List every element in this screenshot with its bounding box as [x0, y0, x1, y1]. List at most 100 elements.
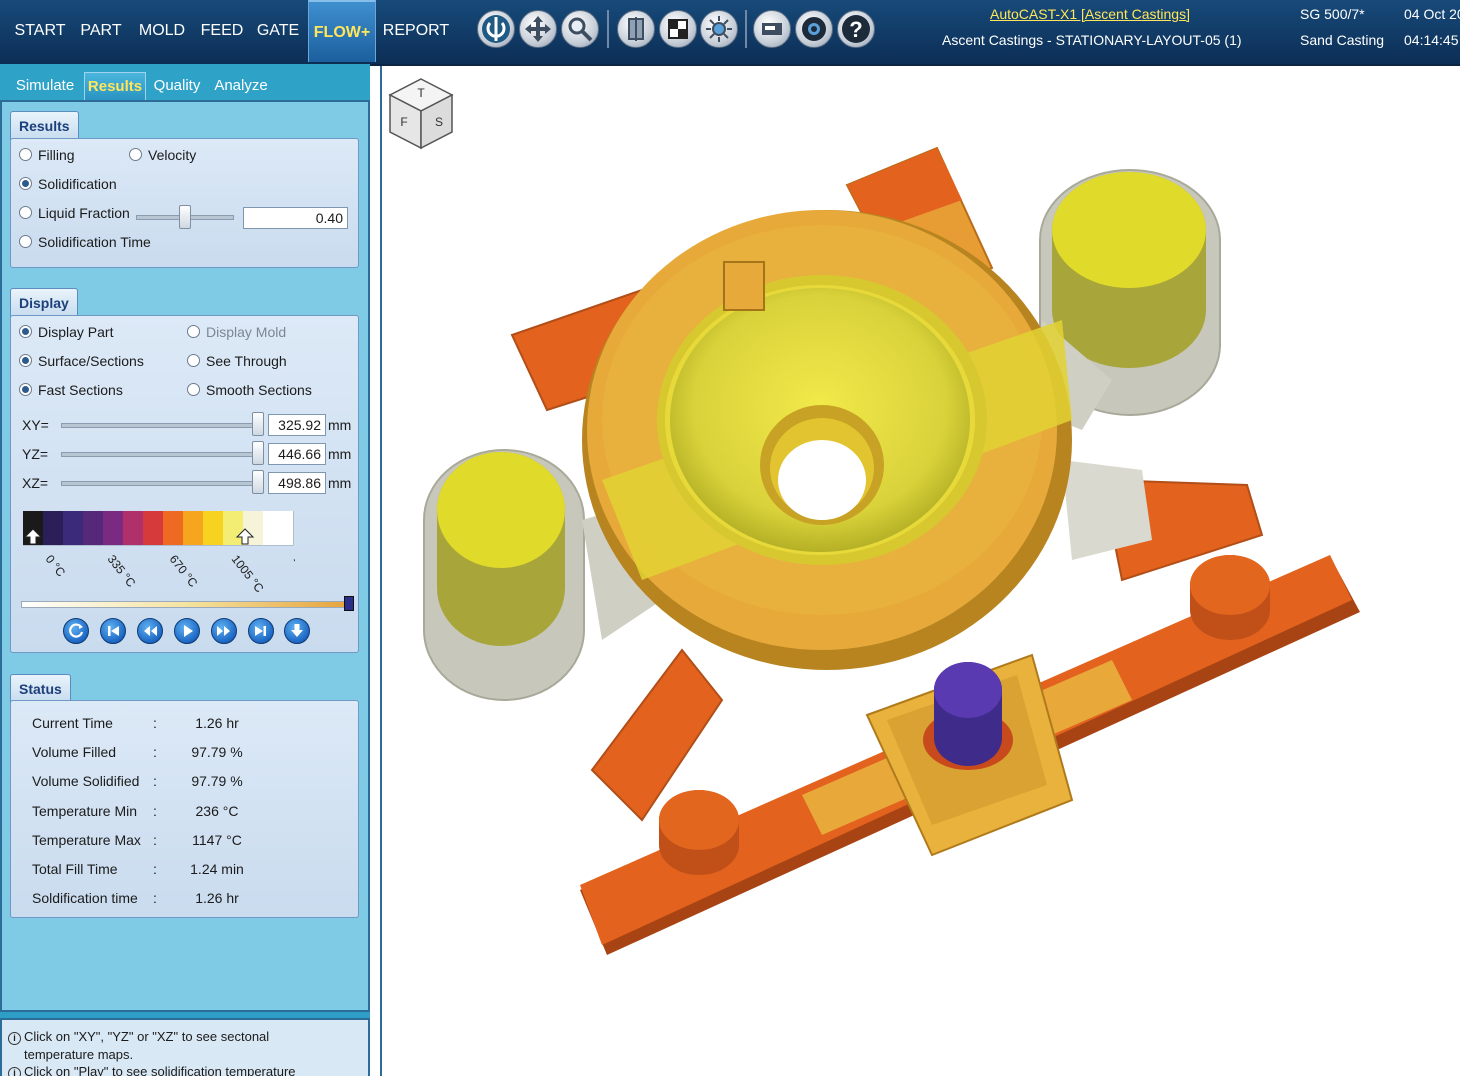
- zoom-icon[interactable]: [561, 10, 599, 48]
- pan-icon[interactable]: [519, 10, 557, 48]
- temperature-legend[interactable]: 0 °C 335 °C 670 °C 1005 °C 1340 °C: [23, 511, 295, 599]
- legend-swatch: [43, 511, 63, 545]
- sprue-pad: [865, 653, 1074, 857]
- tab-results[interactable]: Results: [84, 72, 146, 100]
- radio-surface-sections[interactable]: Surface/Sections: [19, 353, 144, 369]
- timeline-thumb[interactable]: [344, 596, 354, 611]
- download-button[interactable]: [284, 618, 310, 644]
- legend-swatch: [123, 511, 143, 545]
- menu-start[interactable]: START: [8, 0, 72, 62]
- svg-text:?: ?: [849, 17, 862, 42]
- screenshot-icon[interactable]: [753, 10, 791, 48]
- shading-icon[interactable]: [659, 10, 697, 48]
- product-link[interactable]: AutoCAST-X1 [Ascent Castings]: [990, 6, 1190, 22]
- display-group-title: Display: [10, 288, 78, 317]
- menu-gate[interactable]: GATE: [252, 0, 304, 62]
- menu-flow-plus[interactable]: FLOW+: [308, 0, 376, 62]
- tab-simulate[interactable]: Simulate: [8, 72, 82, 100]
- legend-swatch: [183, 511, 203, 545]
- rewind-button[interactable]: [137, 618, 163, 644]
- xz-slider-thumb[interactable]: [252, 470, 264, 494]
- info-icon: i: [8, 1032, 21, 1045]
- material-label: SG 500/7*: [1300, 6, 1365, 22]
- xy-slider-thumb[interactable]: [252, 412, 264, 436]
- hint-line-2: temperature maps.: [24, 1047, 134, 1062]
- radio-filling[interactable]: Filling: [19, 147, 75, 163]
- radio-fast-sections[interactable]: Fast Sections: [19, 382, 123, 398]
- legend-swatch: [143, 511, 163, 545]
- panel-frame: Results Filling Velocity Solidification …: [0, 100, 370, 1012]
- section-view-icon[interactable]: [617, 10, 655, 48]
- legend-tick-label: 1005 °C: [229, 552, 267, 595]
- yz-slider[interactable]: [61, 452, 259, 457]
- tab-quality[interactable]: Quality: [148, 72, 206, 100]
- radio-display-mold[interactable]: Display Mold: [187, 324, 286, 340]
- view-cube-top[interactable]: T: [417, 86, 425, 100]
- rotate-icon[interactable]: [477, 10, 515, 48]
- skip-to-end-button[interactable]: [248, 618, 274, 644]
- hint-line-3: i Click on "Play" to see solidification t…: [8, 1063, 358, 1076]
- view-cube-side[interactable]: S: [435, 115, 443, 129]
- radio-display-part[interactable]: Display Part: [19, 324, 113, 340]
- date-label: 04 Oct 20: [1404, 6, 1460, 22]
- legend-swatch: [223, 511, 243, 545]
- yz-input[interactable]: 446.66: [268, 443, 326, 465]
- results-group-title: Results: [10, 111, 79, 140]
- radio-liquid-fraction[interactable]: Liquid Fraction: [19, 205, 130, 221]
- display-group: Display Part Display Mold Surface/Sectio…: [10, 315, 359, 653]
- status-group: Current Time:1.26 hr Volume Filled:97.79…: [10, 700, 359, 918]
- yz-label[interactable]: YZ=: [22, 446, 48, 462]
- radio-solidification[interactable]: Solidification: [19, 176, 117, 192]
- legend-swatch: [103, 511, 123, 545]
- legend-tick-label: 335 °C: [105, 552, 139, 590]
- results-group: Filling Velocity Solidification Liquid F…: [10, 138, 359, 268]
- skip-to-start-button[interactable]: [100, 618, 126, 644]
- project-name: Ascent Castings - STATIONARY-LAYOUT-05 (…: [942, 32, 1242, 48]
- xz-unit: mm: [328, 475, 352, 491]
- yz-unit: mm: [328, 446, 352, 462]
- menu-mold[interactable]: MOLD: [132, 0, 192, 62]
- legend-swatch: [203, 511, 223, 545]
- lighting-icon[interactable]: [700, 10, 738, 48]
- process-label: Sand Casting: [1300, 32, 1385, 48]
- legend-tick-label: 1340 °C: [291, 552, 295, 595]
- xy-unit: mm: [328, 417, 352, 433]
- xy-label[interactable]: XY=: [22, 417, 49, 433]
- hint-line-1: i Click on "XY", "YZ" or "XZ" to see sect…: [8, 1028, 358, 1046]
- replay-button[interactable]: [63, 618, 89, 644]
- yz-slider-thumb[interactable]: [252, 441, 264, 465]
- 3d-viewport[interactable]: T F S: [380, 66, 1460, 1076]
- xy-input[interactable]: 325.92: [268, 414, 326, 436]
- tab-analyze[interactable]: Analyze: [208, 72, 274, 100]
- radio-solidification-time[interactable]: Solidification Time: [19, 234, 151, 250]
- status-group-title: Status: [10, 674, 71, 703]
- casting-model[interactable]: T F S: [382, 66, 1460, 1076]
- xz-input[interactable]: 498.86: [268, 472, 326, 494]
- camera-icon[interactable]: [795, 10, 833, 48]
- xz-slider[interactable]: [61, 481, 259, 486]
- top-menu-bar: START PART MOLD FEED GATE FLOW+ REPORT ?…: [0, 0, 1460, 66]
- view-cube[interactable]: T F S: [388, 78, 454, 150]
- timeline-bar[interactable]: [21, 601, 353, 608]
- play-button[interactable]: [174, 618, 200, 644]
- hint-box: i Click on "XY", "YZ" or "XZ" to see sect…: [0, 1018, 370, 1076]
- menu-part[interactable]: PART: [74, 0, 128, 62]
- time-label: 04:14:45: [1404, 32, 1459, 48]
- view-cube-front[interactable]: F: [400, 115, 407, 129]
- help-icon[interactable]: ?: [837, 10, 875, 48]
- liquid-fraction-input[interactable]: 0.40: [243, 207, 348, 229]
- xz-label[interactable]: XZ=: [22, 475, 48, 491]
- xy-slider[interactable]: [61, 423, 259, 428]
- legend-swatch: [263, 511, 293, 545]
- toolbar-separator: [745, 10, 747, 48]
- liquid-fraction-slider-thumb[interactable]: [179, 205, 191, 229]
- radio-smooth-sections[interactable]: Smooth Sections: [187, 382, 312, 398]
- menu-report[interactable]: REPORT: [380, 0, 452, 62]
- radio-see-through[interactable]: See Through: [187, 353, 287, 369]
- fast-forward-button[interactable]: [211, 618, 237, 644]
- main-hub: [582, 210, 1072, 670]
- legend-tick-label: 0 °C: [43, 552, 69, 579]
- legend-swatch: [163, 511, 183, 545]
- menu-feed[interactable]: FEED: [196, 0, 248, 62]
- radio-velocity[interactable]: Velocity: [129, 147, 196, 163]
